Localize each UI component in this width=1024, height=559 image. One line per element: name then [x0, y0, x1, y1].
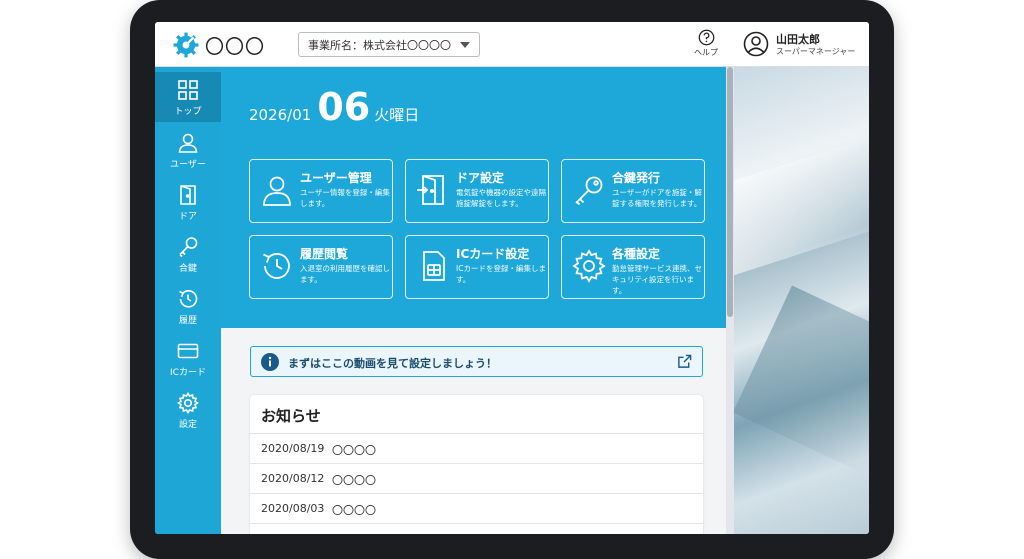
- caret-down-icon: [460, 42, 470, 48]
- scrollbar-thumb[interactable]: [727, 67, 733, 317]
- tile-desc: ユーザー情報を登録・編集します。: [300, 188, 390, 208]
- gear-icon: [177, 392, 199, 414]
- user-icon: [263, 176, 291, 206]
- user-account-icon[interactable]: [743, 31, 769, 57]
- sidebar-item-label: 合鍵: [178, 264, 197, 274]
- sidebar-item-label: トップ: [174, 107, 202, 117]
- user-name: 山田太郎: [776, 33, 820, 46]
- tile-title: ICカード設定: [456, 247, 530, 261]
- sidebar-item-label: 履歴: [178, 316, 197, 326]
- current-date: 2026/01 06 火曜日: [249, 85, 419, 129]
- sim-card-icon: [423, 251, 445, 281]
- user-role: スーパーマネージャー: [776, 47, 856, 56]
- tile-desc: 勤怠管理サービス連携、セキュリティ設定を行います。: [612, 264, 702, 295]
- dashboard-banner: 2026/01 06 火曜日 ユーザー管理 ユーザー情報を登録・編集します。 ドア設…: [221, 67, 726, 328]
- sidebar-item-iccard[interactable]: ICカード: [155, 333, 221, 383]
- tile-user-management[interactable]: ユーザー管理 ユーザー情報を登録・編集します。: [249, 159, 393, 223]
- sidebar-item-history[interactable]: 履歴: [155, 281, 221, 331]
- news-item[interactable]: 2020/08/12 〇〇〇〇: [250, 463, 703, 494]
- main-content: 2026/01 06 火曜日 ユーザー管理 ユーザー情報を登録・編集します。 ドア設…: [221, 67, 726, 534]
- tile-desc: 入退室の利用履歴を確認します。: [300, 264, 390, 284]
- news-title: お知らせ: [261, 407, 321, 425]
- news-date: 2020/08/03: [261, 502, 325, 515]
- help-button[interactable]: ヘルプ: [691, 29, 721, 58]
- tile-desc: ユーザーがドアを施錠・解錠する権限を発行します。: [612, 188, 702, 208]
- app-logo-text: 〇〇〇: [205, 36, 266, 58]
- news-date: 2020/08/12: [261, 472, 325, 485]
- office-select-label: 事業所名：株式会社〇〇〇〇: [308, 39, 451, 52]
- top-header: 〇〇〇 事業所名：株式会社〇〇〇〇 ヘルプ 山田太郎 スーパーマネージャー: [155, 22, 869, 67]
- news-divider: [250, 523, 703, 534]
- photo-shadow: [734, 285, 869, 489]
- app-screen: 〇〇〇 事業所名：株式会社〇〇〇〇 ヘルプ 山田太郎 スーパーマネージャー トッ…: [155, 22, 869, 534]
- background-photo: [734, 67, 869, 534]
- history-icon: [179, 290, 198, 308]
- news-text: 〇〇〇〇: [332, 504, 376, 517]
- tile-ic-card[interactable]: ICカード設定 ICカードを登録・編集します。: [405, 235, 549, 299]
- news-item[interactable]: 2020/08/03 〇〇〇〇: [250, 493, 703, 524]
- card-icon: [177, 343, 199, 359]
- tile-title: 履歴閲覧: [300, 247, 349, 261]
- sidebar-item-doors[interactable]: ドア: [155, 177, 221, 227]
- sidebar-item-label: ドア: [178, 212, 197, 222]
- news-date: 2020/08/19: [261, 442, 325, 455]
- key-icon: [179, 237, 198, 258]
- tile-title: ドア設定: [456, 171, 505, 185]
- sidebar-item-settings[interactable]: 設定: [155, 385, 221, 435]
- info-icon: [261, 353, 279, 371]
- tile-settings[interactable]: 各種設定 勤怠管理サービス連携、セキュリティ設定を行います。: [561, 235, 705, 299]
- key-icon: [575, 176, 603, 206]
- tablet-frame: 〇〇〇 事業所名：株式会社〇〇〇〇 ヘルプ 山田太郎 スーパーマネージャー トッ…: [130, 0, 894, 559]
- date-weekday: 火曜日: [374, 106, 420, 124]
- tile-key-issue[interactable]: 合鍵発行 ユーザーがドアを施錠・解錠する権限を発行します。: [561, 159, 705, 223]
- tile-title: 合鍵発行: [612, 171, 661, 185]
- user-icon: [178, 133, 198, 153]
- news-text: 〇〇〇〇: [332, 474, 376, 487]
- sidebar-item-top[interactable]: トップ: [155, 72, 221, 122]
- sidebar-item-label: ユーザー: [170, 160, 206, 170]
- tile-desc: 電気錠や機器の設定や遠隔施錠解錠をします。: [456, 188, 546, 208]
- logo-gear-icon: [173, 32, 199, 58]
- tile-title: 各種設定: [612, 247, 661, 261]
- grid-icon: [178, 80, 198, 100]
- main-scrollbar[interactable]: [726, 67, 734, 534]
- office-select[interactable]: 事業所名：株式会社〇〇〇〇: [298, 32, 480, 57]
- tile-desc: ICカードを登録・編集します。: [456, 264, 546, 284]
- news-text: 〇〇〇〇: [332, 444, 376, 457]
- date-day: 06: [317, 85, 371, 129]
- external-link-icon: [678, 354, 692, 368]
- history-icon: [263, 253, 290, 279]
- tile-history[interactable]: 履歴閲覧 入退室の利用履歴を確認します。: [249, 235, 393, 299]
- tile-title: ユーザー管理: [300, 171, 372, 185]
- sidebar-item-label: 設定: [178, 420, 197, 430]
- door-icon: [180, 185, 196, 205]
- tutorial-video-text: まずはここの動画を見て設定しましょう！: [288, 357, 497, 370]
- news-panel: お知らせ 2020/08/19 〇〇〇〇 2020/08/12 〇〇〇〇 202…: [250, 395, 703, 534]
- tile-door-settings[interactable]: ドア設定 電気錠や機器の設定や遠隔施錠解錠をします。: [405, 159, 549, 223]
- sidebar-item-users[interactable]: ユーザー: [155, 125, 221, 175]
- sidebar: トップ ユーザー ドア 合鍵 履歴 ICカード 設定: [155, 67, 221, 534]
- door-open-icon: [417, 175, 444, 205]
- news-item[interactable]: 2020/08/19 〇〇〇〇: [250, 433, 703, 464]
- tutorial-video-link[interactable]: まずはここの動画を見て設定しましょう！: [250, 346, 703, 377]
- question-circle-icon: [698, 29, 714, 46]
- photo-highlight: [734, 128, 869, 276]
- gear-icon: [572, 249, 606, 283]
- sidebar-item-label: ICカード: [170, 368, 206, 378]
- date-year-month: 2026/01: [249, 106, 312, 124]
- sidebar-item-keys[interactable]: 合鍵: [155, 229, 221, 279]
- help-label: ヘルプ: [694, 48, 718, 57]
